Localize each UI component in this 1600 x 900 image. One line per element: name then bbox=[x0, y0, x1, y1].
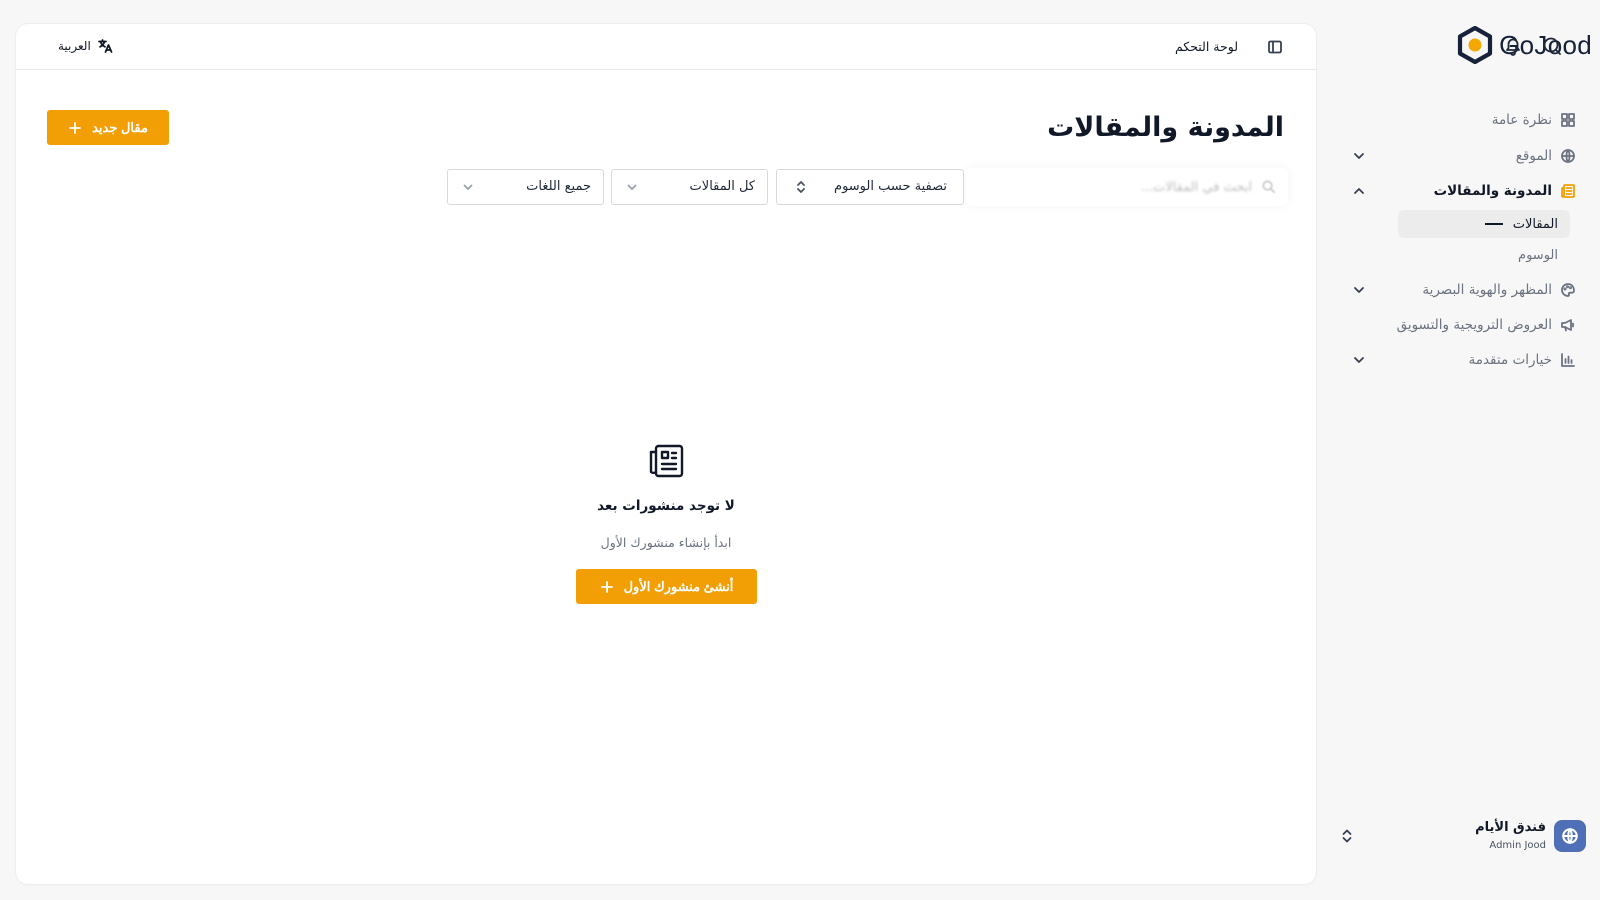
sidebar-item-branding[interactable]: المظهر والهوية البصرية bbox=[1352, 274, 1588, 306]
chevron-down-icon[interactable] bbox=[1352, 283, 1366, 297]
grid-icon bbox=[1560, 112, 1576, 128]
tags-filter-value: تصفية حسب الوسوم bbox=[834, 179, 947, 194]
page-title: المدونة والمقالات bbox=[1047, 112, 1284, 143]
empty-state-title: لا توجد منشورات بعد bbox=[597, 498, 735, 514]
hexagon-logo-icon bbox=[1458, 26, 1493, 64]
create-first-post-button[interactable]: أنشئ منشورك الأول bbox=[576, 569, 757, 604]
breadcrumb[interactable]: لوحة التحكم bbox=[1175, 39, 1238, 54]
sidebar-item-label: نظرة عامة bbox=[1491, 112, 1552, 128]
empty-state-subtitle: ابدأ بإنشاء منشورك الأول bbox=[600, 535, 732, 550]
tenant-name: فندق الأيام bbox=[1475, 820, 1546, 835]
sidebar: GoJood نظرة عامة الموقع المدونة والمقالا… bbox=[1340, 0, 1600, 900]
chevron-down-icon bbox=[462, 181, 474, 193]
sidebar-subitem-articles[interactable]: المقالات bbox=[1398, 210, 1570, 238]
language-switcher[interactable]: العربية bbox=[58, 38, 113, 54]
main-panel: لوحة التحكم العربية المدونة والمقالات مق… bbox=[16, 24, 1316, 884]
sidebar-subitem-label: المقالات bbox=[1512, 216, 1558, 232]
sidebar-item-blog[interactable]: المدونة والمقالات bbox=[1352, 175, 1588, 207]
sidebar-toggle-icon[interactable] bbox=[1267, 39, 1283, 55]
sidebar-item-label: خيارات متقدمة bbox=[1468, 352, 1553, 368]
tenant-switcher[interactable]: فندق الأيام Admin Jood bbox=[1340, 812, 1600, 860]
tags-filter-select[interactable]: تصفية حسب الوسوم bbox=[776, 169, 964, 205]
translate-icon bbox=[97, 38, 113, 54]
chevrons-up-down-icon[interactable] bbox=[1340, 828, 1354, 844]
megaphone-icon bbox=[1560, 317, 1576, 333]
chevron-up-icon[interactable] bbox=[1352, 184, 1366, 198]
create-first-post-label: أنشئ منشورك الأول bbox=[623, 578, 734, 594]
language-filter-value: جميع اللغات bbox=[526, 179, 591, 194]
search-input[interactable] bbox=[966, 168, 1288, 206]
globe-icon bbox=[1560, 148, 1576, 164]
tenant-globe-icon bbox=[1554, 820, 1586, 852]
status-filter-value: كل المقالات bbox=[689, 179, 755, 194]
chevron-down-icon[interactable] bbox=[1352, 149, 1366, 163]
newspaper-icon bbox=[1560, 183, 1576, 199]
plus-icon bbox=[68, 121, 82, 135]
plus-icon bbox=[600, 580, 614, 594]
newspaper-icon bbox=[647, 442, 685, 480]
palette-icon bbox=[1560, 282, 1576, 298]
sidebar-item-label: العروض الترويجية والتسويق bbox=[1396, 317, 1552, 333]
sidebar-item-website[interactable]: الموقع bbox=[1352, 140, 1588, 172]
sidebar-item-label: الموقع bbox=[1515, 148, 1552, 164]
search-box bbox=[966, 168, 1288, 206]
sidebar-item-overview[interactable]: نظرة عامة bbox=[1352, 104, 1588, 136]
sidebar-item-label: المظهر والهوية البصرية bbox=[1422, 282, 1552, 298]
sidebar-subitem-tags[interactable]: الوسوم bbox=[1398, 241, 1570, 269]
status-filter-select[interactable]: كل المقالات bbox=[611, 169, 768, 205]
bell-icon[interactable] bbox=[1501, 34, 1525, 58]
chevron-down-icon[interactable] bbox=[1352, 353, 1366, 367]
chevrons-up-down-icon bbox=[795, 180, 807, 194]
language-label: العربية bbox=[58, 39, 91, 53]
new-post-button[interactable]: مقال جديد bbox=[47, 110, 169, 145]
sidebar-item-marketing[interactable]: العروض الترويجية والتسويق bbox=[1352, 309, 1588, 341]
sidebar-item-advanced[interactable]: خيارات متقدمة bbox=[1352, 344, 1588, 376]
active-indicator bbox=[1484, 223, 1503, 225]
sidebar-subitem-label: الوسوم bbox=[1518, 247, 1558, 263]
new-post-label: مقال جديد bbox=[92, 119, 148, 135]
language-filter-select[interactable]: جميع اللغات bbox=[447, 169, 604, 205]
top-bar: لوحة التحكم العربية bbox=[16, 24, 1316, 70]
bar-chart-icon bbox=[1560, 352, 1576, 368]
tenant-user: Admin Jood bbox=[1489, 840, 1546, 851]
sidebar-header: GoJood bbox=[1340, 24, 1600, 68]
search-icon[interactable] bbox=[1540, 34, 1564, 58]
sidebar-item-label: المدونة والمقالات bbox=[1433, 183, 1552, 199]
chevron-down-icon bbox=[626, 181, 638, 193]
